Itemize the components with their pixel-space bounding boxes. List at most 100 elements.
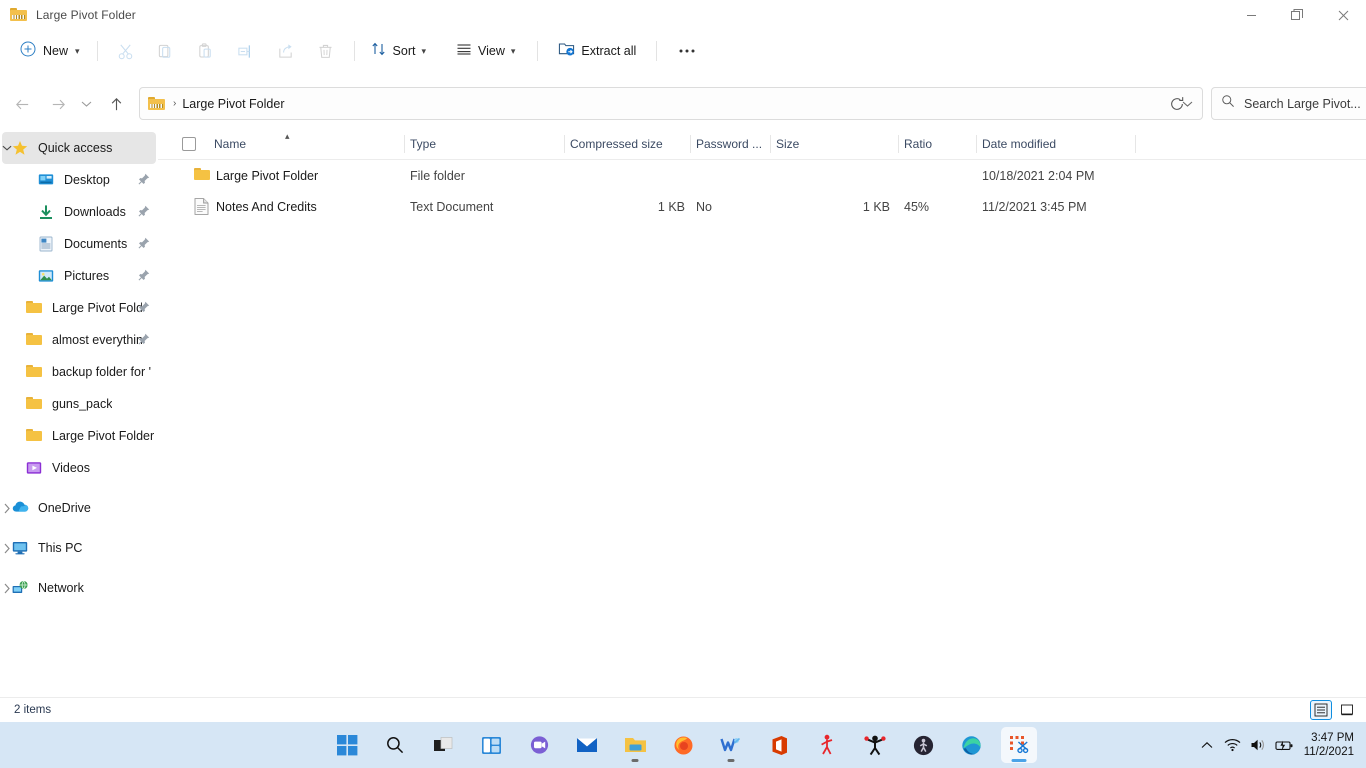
firefox-button[interactable]	[665, 727, 701, 763]
sidebar-item-pictures[interactable]: Pictures	[2, 260, 156, 292]
pin-icon[interactable]	[138, 332, 150, 350]
file-explorer-button[interactable]	[617, 727, 653, 763]
taskbar-clock[interactable]: 3:47 PM 11/2/2021	[1304, 731, 1354, 760]
column-divider[interactable]	[690, 135, 691, 153]
column-header-compressed-size[interactable]: Compressed size	[564, 128, 684, 160]
chevron-down-icon[interactable]	[2, 132, 12, 164]
large-icons-view-button[interactable]	[1336, 700, 1358, 720]
chevron-right-icon[interactable]	[2, 572, 12, 604]
pin-icon[interactable]	[138, 236, 150, 254]
minimize-button[interactable]	[1228, 0, 1274, 30]
close-button[interactable]	[1320, 0, 1366, 30]
chevron-right-icon[interactable]	[2, 532, 12, 564]
restore-button[interactable]	[1274, 0, 1320, 30]
sidebar-item-downloads[interactable]: Downloads	[2, 196, 156, 228]
search-box[interactable]: Search Large Pivot...	[1211, 87, 1366, 120]
pin-icon[interactable]	[138, 300, 150, 318]
sidebar-item-label: backup folder for '	[52, 365, 151, 379]
navigation-pane[interactable]: Quick access Desktop Downloads Documents Pic…	[0, 128, 158, 697]
sidebar-item-almost-everything[interactable]: almost everything	[2, 324, 156, 356]
sidebar-indent-spacer	[2, 452, 26, 484]
column-header-label: Compressed size	[570, 137, 663, 151]
column-divider[interactable]	[1135, 135, 1136, 153]
column-divider[interactable]	[564, 135, 565, 153]
refresh-button[interactable]	[1160, 86, 1194, 122]
ms-office-button[interactable]	[761, 727, 797, 763]
start-button[interactable]	[329, 727, 365, 763]
sidebar-item-desktop[interactable]: Desktop	[2, 164, 156, 196]
folder-icon	[26, 396, 42, 412]
task-view-button[interactable]	[425, 727, 461, 763]
sidebar-item-guns-pack[interactable]: guns_pack	[2, 388, 156, 420]
table-row[interactable]: Large Pivot Folder File folder 10/18/2021 …	[158, 160, 1366, 191]
column-divider[interactable]	[976, 135, 977, 153]
column-divider[interactable]	[898, 135, 899, 153]
widgets-button[interactable]	[473, 727, 509, 763]
pin-icon[interactable]	[138, 172, 150, 190]
extract-all-button[interactable]: Extract all	[550, 35, 644, 67]
folder-icon	[26, 332, 42, 348]
rename-button[interactable]	[228, 35, 264, 67]
column-header-size[interactable]: Size	[770, 128, 892, 160]
column-header-date-modified[interactable]: Date modified	[976, 128, 1134, 160]
sidebar-item-onedrive[interactable]: OneDrive	[2, 492, 156, 524]
view-button[interactable]: View ▾	[448, 35, 523, 67]
column-header-name[interactable]: Name	[190, 128, 400, 160]
battery-charging-icon[interactable]	[1272, 722, 1298, 768]
black-stickman-button[interactable]	[857, 727, 893, 763]
sidebar-item-quick-access[interactable]: Quick access	[2, 132, 156, 164]
pin-icon[interactable]	[138, 268, 150, 286]
text-document-icon	[194, 198, 211, 215]
chevron-up-icon[interactable]	[1194, 722, 1220, 768]
search-input[interactable]: Search Large Pivot...	[1244, 97, 1361, 111]
paste-button[interactable]	[188, 35, 224, 67]
column-header-type[interactable]: Type	[404, 128, 558, 160]
breadcrumb[interactable]: Large Pivot Folder	[182, 97, 284, 111]
red-stickman-button[interactable]	[809, 727, 845, 763]
more-options-button[interactable]	[669, 35, 705, 67]
clock-time: 3:47 PM	[1311, 731, 1354, 744]
wifi-icon[interactable]	[1220, 722, 1246, 768]
mail-button[interactable]	[569, 727, 605, 763]
sort-button[interactable]: Sort ▾	[363, 35, 434, 67]
toolbar-divider-2	[353, 41, 355, 61]
delete-button[interactable]	[308, 35, 344, 67]
table-row[interactable]: Notes And Credits Text Document 1 KB No 1 KB…	[158, 191, 1366, 222]
sidebar-item-large-pivot-folder[interactable]: Large Pivot Folder	[2, 292, 156, 324]
column-header-label: Type	[410, 137, 437, 151]
sidebar-item-network[interactable]: Network	[2, 572, 156, 604]
back-button[interactable]	[6, 86, 38, 122]
snipping-tool-button[interactable]	[1001, 727, 1037, 763]
chevron-right-icon[interactable]	[2, 492, 12, 524]
sidebar-item-this-pc[interactable]: This PC	[2, 532, 156, 564]
search-button[interactable]	[377, 727, 413, 763]
wps-office-button[interactable]	[713, 727, 749, 763]
column-header-label: Size	[776, 137, 800, 151]
forward-button[interactable]	[42, 86, 74, 122]
up-button[interactable]	[100, 86, 132, 122]
sidebar-item-large-pivot-folder[interactable]: Large Pivot Folder	[2, 420, 156, 452]
new-button[interactable]: New ▾	[13, 35, 89, 67]
details-view-button[interactable]	[1310, 700, 1332, 720]
volume-icon[interactable]	[1246, 722, 1272, 768]
extract-folder-icon	[558, 40, 575, 62]
sidebar-indent-spacer	[2, 388, 26, 420]
chat-button[interactable]	[521, 727, 557, 763]
sidebar-item-videos[interactable]: Videos	[2, 452, 156, 484]
address-bar[interactable]: › Large Pivot Folder	[139, 87, 1203, 120]
chevron-down-icon: ▾	[421, 45, 427, 56]
column-header-ratio[interactable]: Ratio	[898, 128, 968, 160]
cut-button[interactable]	[108, 35, 144, 67]
edge-button[interactable]	[953, 727, 989, 763]
share-button[interactable]	[268, 35, 304, 67]
sidebar-item-documents[interactable]: Documents	[2, 228, 156, 260]
copy-button[interactable]	[148, 35, 184, 67]
dark-figure-button[interactable]	[905, 727, 941, 763]
column-divider[interactable]	[770, 135, 771, 153]
recent-locations-button[interactable]	[72, 86, 100, 122]
column-header-password[interactable]: Password ...	[690, 128, 762, 160]
sidebar-item-backup-folder-for[interactable]: backup folder for '	[2, 356, 156, 388]
sidebar-indent-spacer	[2, 324, 26, 356]
column-divider[interactable]	[404, 135, 405, 153]
pin-icon[interactable]	[138, 204, 150, 222]
